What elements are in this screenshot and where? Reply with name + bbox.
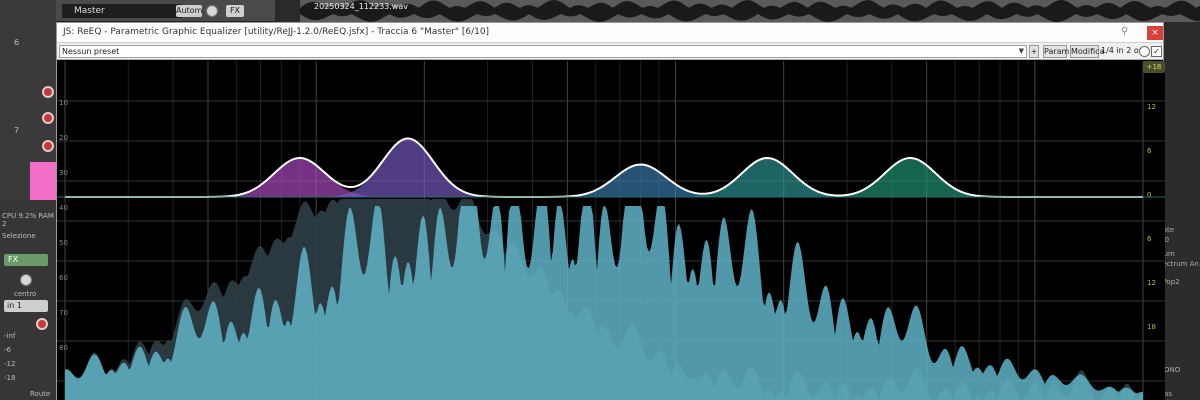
gain-scale-label: 18 (1147, 323, 1156, 331)
route-label[interactable]: Route (30, 390, 50, 398)
gain-scale-label: 12 (1147, 103, 1156, 111)
pin-icon[interactable]: ⚲ (1121, 26, 1133, 40)
add-preset-button[interactable]: + (1029, 45, 1039, 58)
plugin-toolbar: Nessun preset ▼ + Param Modifica 1/4 in … (57, 43, 1163, 60)
param-button[interactable]: Param (1043, 45, 1069, 58)
db-scale-label: 50 (59, 239, 68, 247)
edit-button[interactable]: Modifica (1070, 45, 1104, 58)
gain-scale-label: 12 (1147, 279, 1156, 287)
meter-db-label: -18 (4, 374, 16, 382)
track-number: 7 (14, 126, 20, 135)
db-scale-label: 60 (59, 274, 68, 282)
waveform-graphic (300, 0, 1200, 22)
reeq-plugin-window[interactable]: JS: ReEQ - Parametric Graphic Equalizer … (56, 22, 1165, 400)
waveform-filename: 20250324_112233.wav (314, 2, 408, 11)
preset-value: Nessun preset (62, 47, 120, 56)
close-button[interactable]: × (1147, 26, 1163, 40)
wet-knob[interactable] (1139, 46, 1150, 57)
cpu-readout: CPU 9.2% RAM 2 (2, 212, 54, 228)
gain-scale-label: 6 (1147, 147, 1152, 155)
record-arm-button[interactable] (36, 318, 48, 330)
track-name[interactable]: Master (62, 4, 182, 18)
track-number: 6 (14, 38, 20, 47)
meter-db-label: -6 (4, 346, 11, 354)
db-scale-label: 70 (59, 309, 68, 317)
bypass-checkbox[interactable]: ✓ (1151, 46, 1162, 57)
db-scale-label: 10 (59, 99, 68, 107)
gain-range-badge[interactable]: +18 (1143, 61, 1165, 73)
record-arm-button[interactable] (42, 112, 54, 124)
gain-scale-label: 0 (1147, 191, 1151, 199)
db-scale-label: 30 (59, 169, 68, 177)
volume-knob[interactable] (206, 5, 218, 17)
window-titlebar[interactable]: JS: ReEQ - Parametric Graphic Equalizer … (57, 23, 1163, 43)
record-arm-button[interactable] (42, 86, 54, 98)
eq-graph[interactable]: 10 20 30 40 50 60 70 80 12 6 0 6 12 18 +18 (57, 61, 1165, 400)
automation-button[interactable]: Autom (176, 5, 202, 17)
chevron-down-icon: ▼ (1018, 47, 1024, 55)
pan-label: centro (14, 290, 37, 298)
record-arm-button[interactable] (42, 140, 54, 152)
meter-db-label: -12 (4, 360, 16, 368)
fx-toggle-button[interactable]: FX (4, 254, 48, 266)
preset-dropdown[interactable]: Nessun preset ▼ (59, 45, 1027, 58)
db-scale-label: 80 (59, 344, 68, 352)
master-waveform[interactable]: 20250324_112233.wav (300, 0, 1200, 22)
selection-label: Selezione (2, 232, 36, 240)
db-scale-label: 20 (59, 134, 68, 142)
fx-button[interactable]: FX (226, 5, 244, 17)
db-scale-label: 40 (59, 204, 68, 212)
mixer-strip: CPU 9.2% RAM 2 Selezione FX centro in 1 … (0, 200, 56, 400)
gain-scale-label: 6 (1147, 235, 1152, 243)
window-title: JS: ReEQ - Parametric Graphic Equalizer … (63, 27, 490, 37)
eq-canvas[interactable]: 1020304050607080126061218 (57, 61, 1165, 400)
pan-knob[interactable] (20, 274, 32, 286)
meter-db-label: -inf (4, 332, 16, 340)
input-select[interactable]: in 1 (4, 300, 48, 312)
